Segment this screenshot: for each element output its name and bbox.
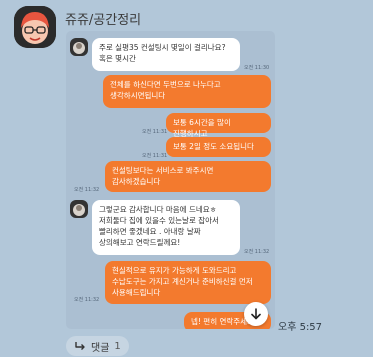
avatar-face-icon	[73, 42, 85, 54]
reply-button[interactable]: 댓글 1	[66, 336, 129, 356]
reply-count: 1	[114, 340, 121, 352]
post-time: 오후 5:57	[278, 322, 323, 333]
message-time: 오전 11:31	[142, 129, 168, 135]
message-bubble: 전체를 하신다면 두번으로 나누다고 생각하시면됩니다	[103, 75, 271, 108]
message-bubble: 보통 2일 정도 소요됩니다	[166, 137, 271, 157]
message-time: 오전 11:31	[142, 153, 168, 159]
sender-name: 쥬쥬/공간정리	[65, 13, 142, 28]
sender-avatar[interactable]	[14, 6, 56, 48]
message-bubble: 현실적으로 유지가 가능하게 도와드리고 수납도구는 가지고 계신거나 준비하신…	[105, 261, 271, 304]
message-bubble: 컨설팅보다는 서비스로 봐주시면 감사하겠습니다	[105, 161, 271, 192]
message-bubble: 그렇군요 감사합니다 마음에 드네요ㅎ 저희둘다 집에 있을수 있는날로 잡아서…	[92, 200, 240, 255]
message-time: 오전 11:32	[74, 187, 100, 193]
scroll-down-button[interactable]	[244, 302, 268, 326]
reply-arrow-icon	[75, 342, 85, 350]
reply-label: 댓글	[91, 342, 110, 354]
message-time: 오전 11:30	[244, 65, 270, 71]
message-time: 오전 11:32	[74, 297, 100, 303]
message-bubble: 주로 실평35 컨설팅시 몇일이 걸리나요? 혹은 몇시간	[92, 38, 240, 71]
message-time: 오전 11:32	[244, 249, 270, 255]
arrow-down-icon	[251, 308, 261, 320]
avatar-face-icon	[73, 204, 85, 216]
message-bubble: 보통 6시간을 많이 진행하시고	[166, 113, 271, 138]
mini-avatar	[70, 200, 88, 218]
shared-chat-screenshot[interactable]: 주로 실평35 컨설팅시 몇일이 걸리나요? 혹은 몇시간 오전 11:30 전…	[66, 31, 275, 329]
avatar-face-icon	[14, 6, 56, 48]
mini-avatar	[70, 38, 88, 56]
